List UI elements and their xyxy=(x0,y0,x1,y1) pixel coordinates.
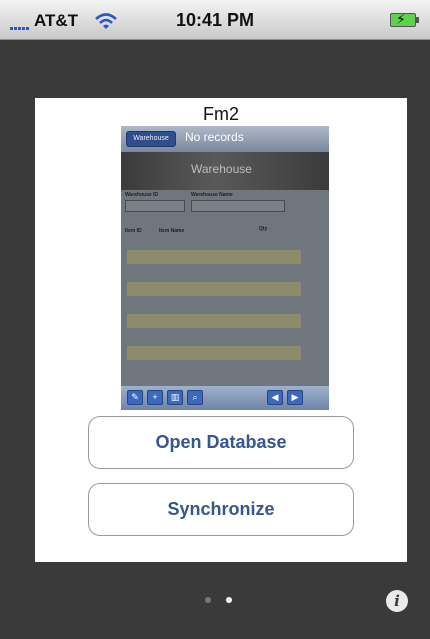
preview-tab-warehouse: Warehouse xyxy=(126,131,176,147)
status-bar: AT&T 10:41 PM ⚡ xyxy=(0,0,430,40)
preview-list-row xyxy=(127,346,301,360)
info-icon[interactable]: i xyxy=(386,590,408,612)
preview-toolbar: ✎ + ▥ ⌕ ◀ ▶ xyxy=(121,386,329,410)
open-database-button[interactable]: Open Database xyxy=(88,416,354,469)
form-preview-thumbnail[interactable]: Warehouse No records Warehouse Warehouse… xyxy=(121,126,329,410)
preview-form-body: Warehouse ID Warehouse Name Item ID Item… xyxy=(121,190,329,386)
prev-icon: ◀ xyxy=(267,390,283,405)
preview-banner-title: Warehouse xyxy=(191,162,252,176)
database-card: Fm2 Warehouse No records Warehouse Wareh… xyxy=(35,98,407,562)
edit-icon: ✎ xyxy=(127,390,143,405)
database-title: Fm2 xyxy=(203,104,239,124)
preview-field-warehouse-id xyxy=(125,200,185,212)
preview-label-qty: Qty xyxy=(259,226,268,232)
preview-record-status: No records xyxy=(185,130,244,144)
preview-list-row xyxy=(127,250,301,264)
page-dot-active xyxy=(226,597,232,603)
preview-label-item-id: Item ID xyxy=(125,228,142,234)
preview-label-warehouse-name: Warehouse Name xyxy=(191,192,233,198)
clock-time: 10:41 PM xyxy=(175,10,255,30)
preview-label-item-name: Item Name xyxy=(159,228,185,234)
preview-list-row xyxy=(127,282,301,296)
preview-label-warehouse-id: Warehouse ID xyxy=(125,192,159,198)
delete-icon: ▥ xyxy=(167,390,183,405)
page-indicator[interactable] xyxy=(205,597,237,605)
battery-charging-icon: ⚡ xyxy=(390,11,419,27)
preview-header: Warehouse No records xyxy=(121,126,329,152)
synchronize-button[interactable]: Synchronize xyxy=(88,483,354,536)
search-icon: ⌕ xyxy=(187,390,203,405)
preview-list-row xyxy=(127,314,301,328)
preview-banner: Warehouse xyxy=(121,152,329,190)
next-icon: ▶ xyxy=(287,390,303,405)
preview-field-warehouse-name xyxy=(191,200,285,212)
add-icon: + xyxy=(147,390,163,405)
page-dot-inactive xyxy=(205,597,211,603)
